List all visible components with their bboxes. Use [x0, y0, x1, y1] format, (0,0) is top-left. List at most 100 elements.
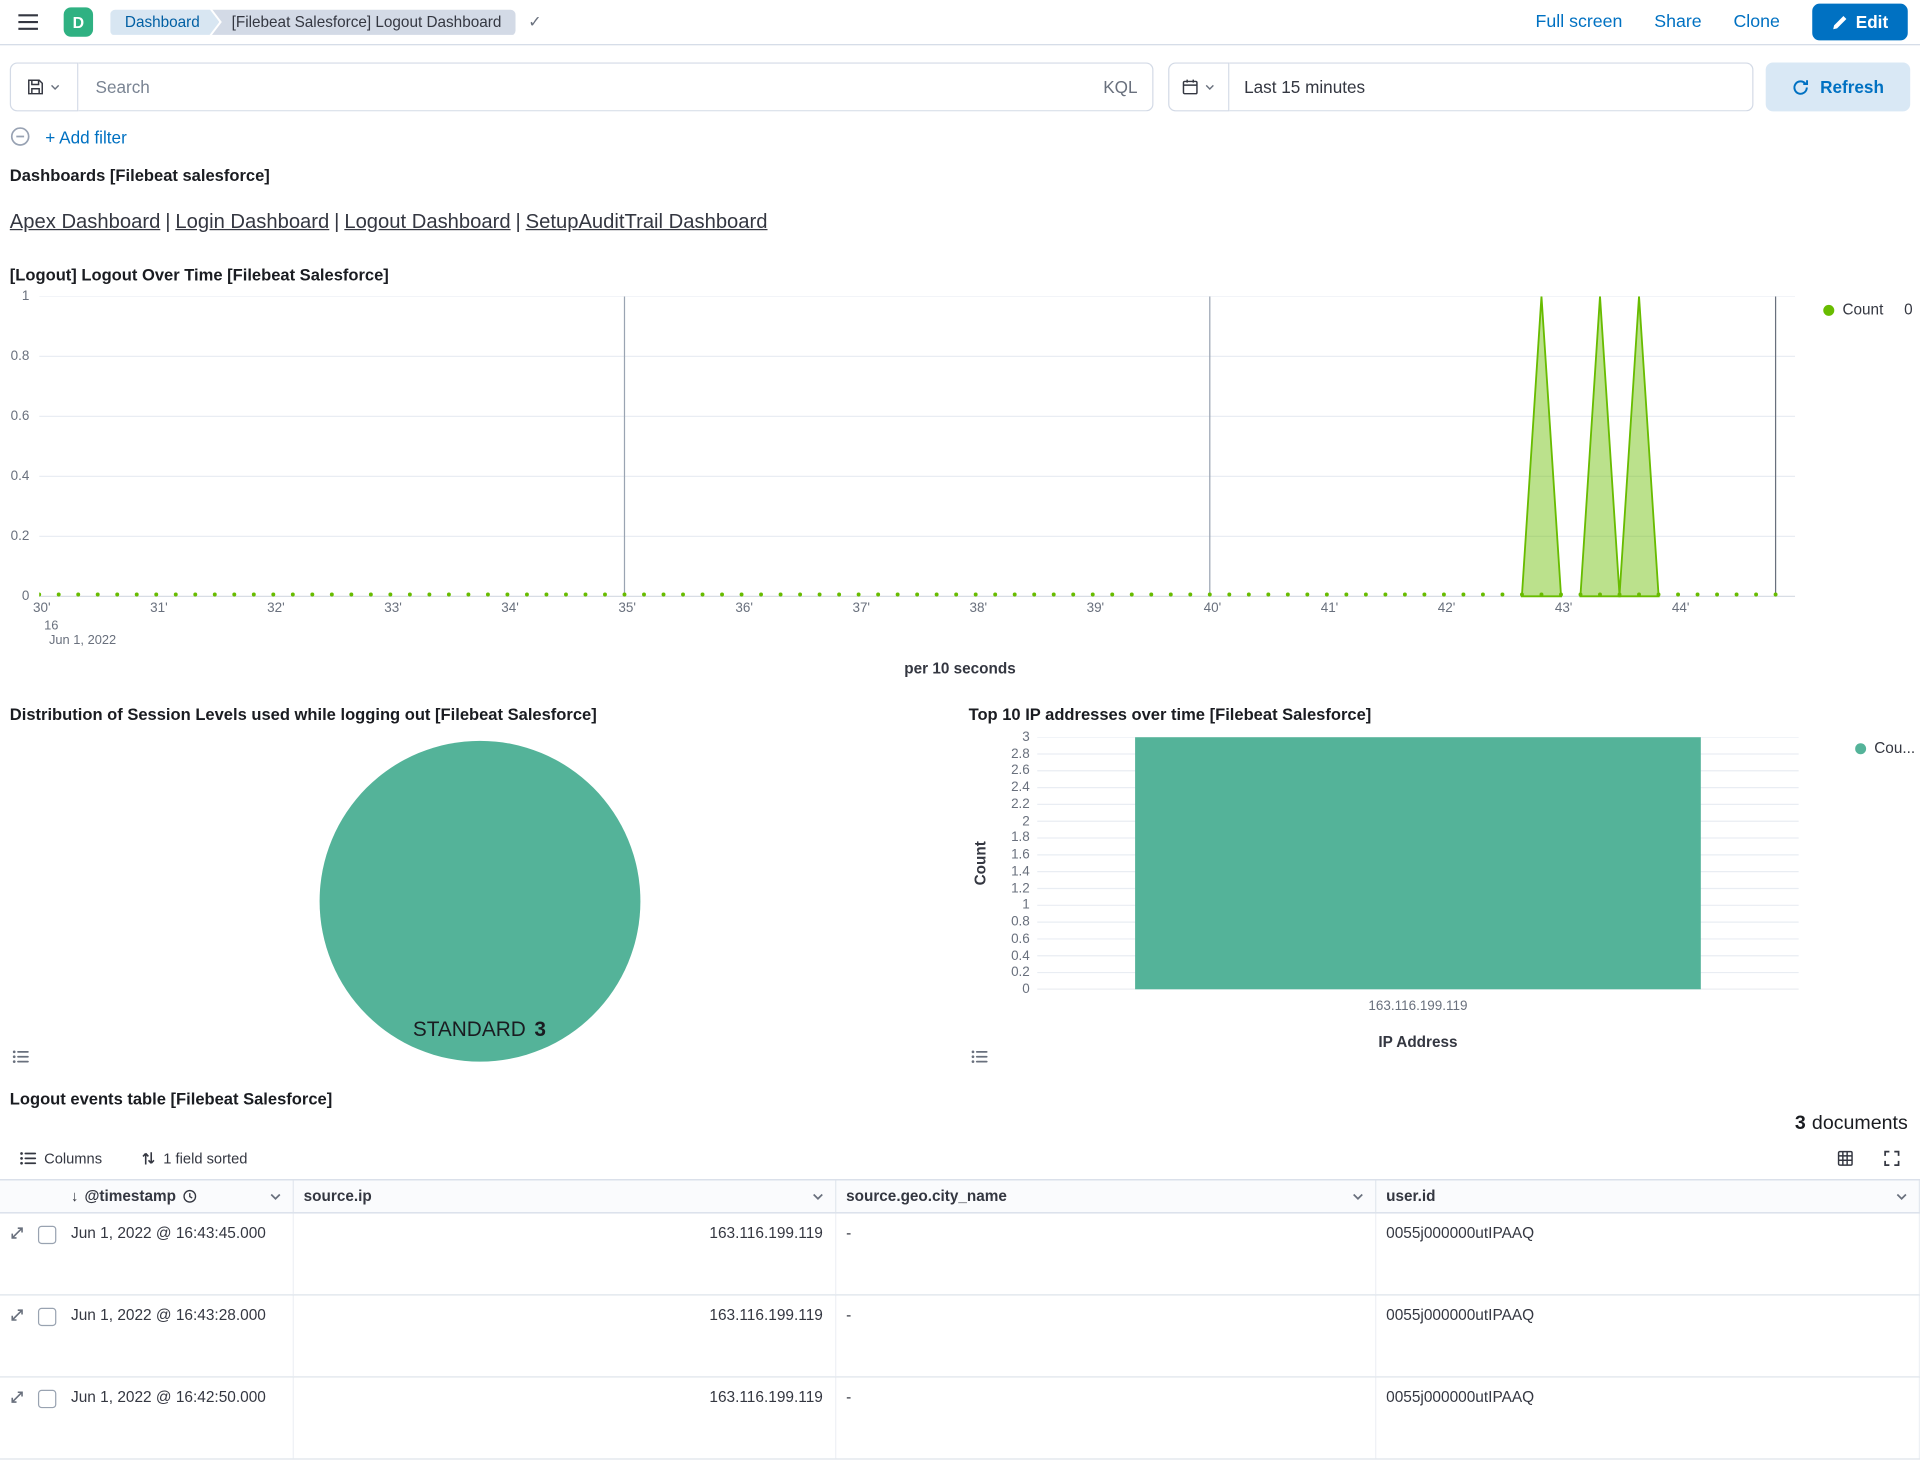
row-checkbox[interactable] — [33, 1378, 61, 1459]
cell-source.ip[interactable]: 163.116.199.119 — [294, 1378, 836, 1459]
chart-legend[interactable]: Count 0 — [1823, 301, 1913, 318]
cell-source.ip[interactable]: 163.116.199.119 — [294, 1213, 836, 1294]
breadcrumb-dashboard[interactable]: Dashboard — [110, 9, 219, 35]
x-tick-label: 43' — [1555, 601, 1573, 616]
chevron-down-icon[interactable] — [1351, 1189, 1366, 1204]
x-tick-label: 37' — [852, 601, 870, 616]
columns-button[interactable]: Columns — [12, 1149, 109, 1169]
cell-@timestamp[interactable]: Jun 1, 2022 @ 16:43:45.000 — [61, 1213, 294, 1294]
cell-source.geo.city_name[interactable]: - — [836, 1213, 1376, 1294]
cell-@timestamp[interactable]: Jun 1, 2022 @ 16:42:50.000 — [61, 1378, 294, 1459]
legend-color-dot — [1855, 743, 1866, 754]
chevron-down-icon[interactable] — [1894, 1189, 1909, 1204]
checkbox — [38, 1226, 56, 1244]
cell-source.ip[interactable]: 163.116.199.119 — [294, 1296, 836, 1377]
chevron-down-icon[interactable] — [268, 1189, 283, 1204]
refresh-button[interactable]: Refresh — [1766, 62, 1910, 111]
expand-row-icon — [9, 1390, 24, 1405]
x-axis-title: IP Address — [1037, 1033, 1799, 1050]
cell-source.geo.city_name[interactable]: - — [836, 1378, 1376, 1459]
saved-query-menu-button[interactable] — [10, 62, 79, 111]
refresh-button-label: Refresh — [1820, 77, 1884, 97]
table-row: Jun 1, 2022 @ 16:43:45.000163.116.199.11… — [0, 1213, 1920, 1295]
cell-@timestamp[interactable]: Jun 1, 2022 @ 16:43:28.000 — [61, 1296, 294, 1377]
y-tick-label: 0.2 — [976, 965, 1030, 980]
chart-legend[interactable]: Cou... — [1855, 740, 1915, 757]
legend-toggle-button[interactable] — [10, 1047, 32, 1070]
bar-163.116.199.119[interactable] — [1135, 737, 1701, 989]
header-expand-column — [0, 1180, 33, 1212]
display-options-button[interactable] — [1832, 1145, 1859, 1172]
y-tick-label: 1.2 — [976, 881, 1030, 896]
dashboard-link-logout-dashboard[interactable]: Logout Dashboard — [344, 211, 510, 233]
clone-button[interactable]: Clone — [1733, 12, 1779, 32]
datagrid-toolbar: Columns 1 field sorted — [0, 1135, 1920, 1179]
edit-button[interactable]: Edit — [1812, 4, 1908, 41]
area-chart: 00.20.40.60.81 30'31'32'33'34'35'36'37'3… — [0, 294, 1920, 683]
y-tick-label: 0.4 — [2, 469, 29, 484]
bar-chart-plot[interactable] — [1037, 737, 1799, 989]
menu-button[interactable] — [12, 9, 44, 36]
add-filter-button[interactable]: + Add filter — [45, 127, 126, 147]
checkbox — [38, 1390, 56, 1408]
logout-over-time-panel: [Logout] Logout Over Time [Filebeat Sale… — [0, 266, 1920, 684]
session-levels-pie-panel: Distribution of Session Levels used whil… — [0, 705, 959, 1072]
list-icon — [20, 1151, 37, 1166]
legend-series-label: Cou... — [1874, 740, 1915, 757]
breadcrumb: Dashboard [Filebeat Salesforce] Logout D… — [110, 9, 541, 35]
search-input[interactable] — [93, 76, 1093, 98]
date-picker-menu-button[interactable] — [1168, 62, 1229, 111]
legend-series-label: Count — [1842, 301, 1883, 318]
x-axis-start-date: Jun 1, 2022 — [49, 633, 116, 648]
share-button[interactable]: Share — [1654, 12, 1701, 32]
dashboard-link-setupaudittrail-dashboard[interactable]: SetupAuditTrail Dashboard — [526, 211, 768, 233]
filter-options-icon[interactable] — [10, 126, 31, 147]
kql-toggle[interactable]: KQL — [1103, 77, 1137, 97]
column-header-@timestamp[interactable]: ↓@timestamp — [61, 1180, 294, 1212]
area-chart-plot — [39, 296, 1795, 597]
fullscreen-table-button[interactable] — [1878, 1145, 1905, 1172]
cell-user.id[interactable]: 0055j000000utIPAAQ — [1376, 1213, 1920, 1294]
checkbox — [38, 1308, 56, 1326]
list-icon — [12, 1049, 29, 1064]
y-tick-label: 1.6 — [976, 848, 1030, 863]
chevron-down-icon — [49, 81, 61, 93]
x-tick-label: 41' — [1321, 601, 1339, 616]
column-label: source.ip — [304, 1188, 372, 1205]
row-checkbox[interactable] — [33, 1296, 61, 1377]
cell-source.geo.city_name[interactable]: - — [836, 1296, 1376, 1377]
row-checkbox[interactable] — [33, 1213, 61, 1294]
dashboard-link-login-dashboard[interactable]: Login Dashboard — [175, 211, 329, 233]
dashboard-link-apex-dashboard[interactable]: Apex Dashboard — [10, 211, 161, 233]
y-tick-label: 0.8 — [976, 915, 1030, 930]
y-tick-label: 0.4 — [976, 948, 1030, 963]
expand-row-button[interactable] — [0, 1213, 33, 1294]
y-tick-label: 3 — [976, 730, 1030, 745]
column-header-user.id[interactable]: user.id — [1376, 1180, 1920, 1212]
query-bar: KQL Last 15 minutes Refresh — [0, 45, 1920, 111]
x-tick-label: 38' — [970, 601, 988, 616]
legend-toggle-button[interactable] — [969, 1047, 991, 1070]
y-tick-label: 2.6 — [976, 763, 1030, 778]
expand-row-icon — [9, 1226, 24, 1241]
logout-events-table-panel: Logout events table [Filebeat Salesforce… — [0, 1090, 1920, 1460]
table-body: Jun 1, 2022 @ 16:43:45.000163.116.199.11… — [0, 1213, 1920, 1459]
cell-user.id[interactable]: 0055j000000utIPAAQ — [1376, 1378, 1920, 1459]
cell-user.id[interactable]: 0055j000000utIPAAQ — [1376, 1296, 1920, 1377]
sort-fields-button[interactable]: 1 field sorted — [134, 1149, 255, 1169]
full-screen-button[interactable]: Full screen — [1536, 12, 1623, 32]
table-row: Jun 1, 2022 @ 16:42:50.000163.116.199.11… — [0, 1378, 1920, 1460]
expand-row-button[interactable] — [0, 1378, 33, 1459]
document-count-label: documents — [1812, 1113, 1908, 1134]
expand-row-button[interactable] — [0, 1296, 33, 1377]
header-checkbox-column — [33, 1180, 61, 1212]
expand-row-icon — [9, 1308, 24, 1323]
column-header-source.ip[interactable]: source.ip — [294, 1180, 836, 1212]
pie-chart[interactable]: STANDARD3 — [319, 741, 640, 1062]
columns-button-label: Columns — [44, 1150, 102, 1167]
column-header-source.geo.city_name[interactable]: source.geo.city_name — [836, 1180, 1376, 1212]
time-range-button[interactable]: Last 15 minutes — [1229, 62, 1753, 111]
chevron-down-icon[interactable] — [811, 1189, 826, 1204]
y-axis-labels: 00.20.40.60.81 — [2, 296, 29, 596]
space-avatar[interactable]: D — [64, 7, 93, 36]
